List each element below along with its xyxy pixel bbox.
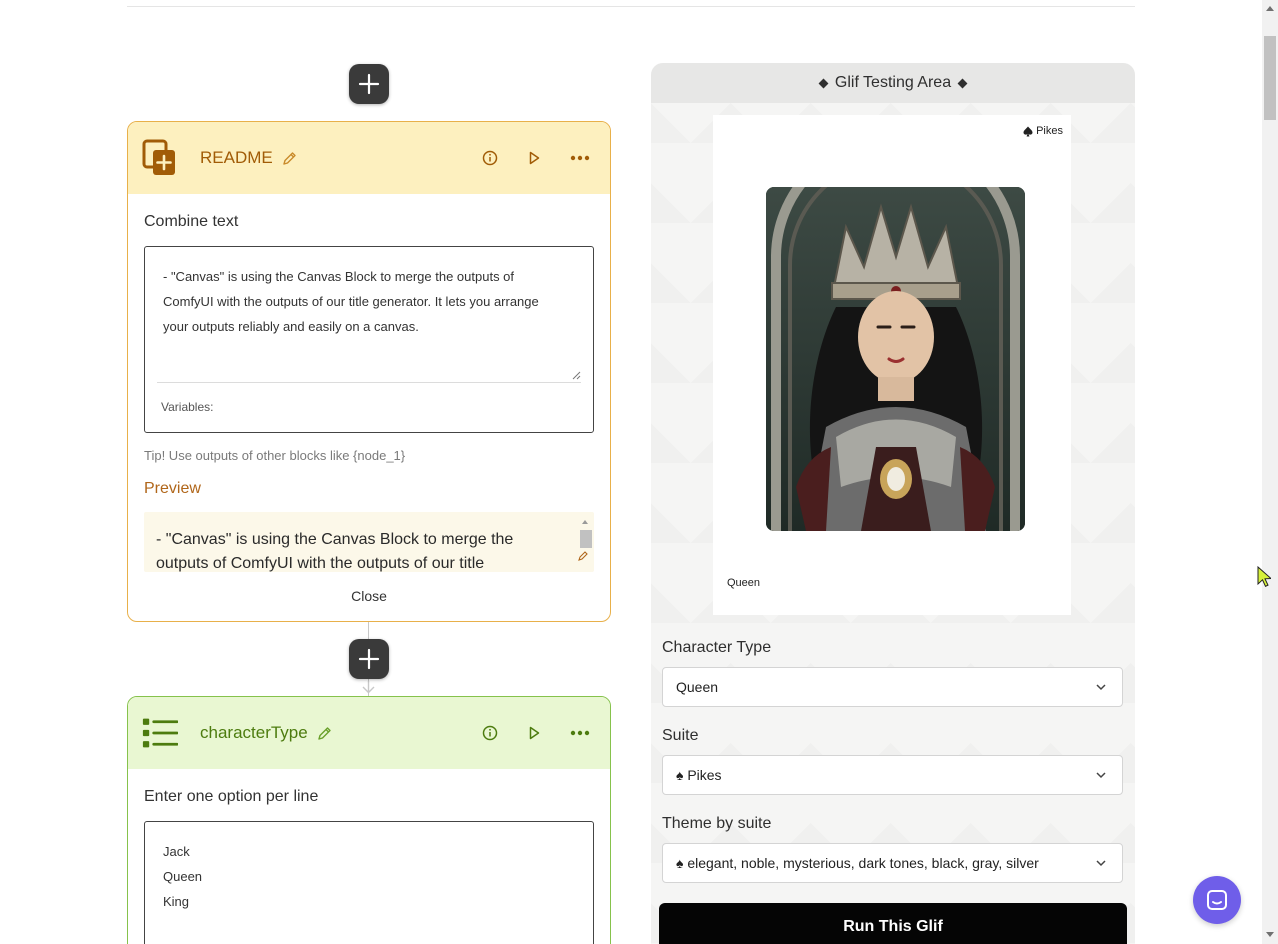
close-button[interactable]: Close — [128, 572, 610, 604]
output-card: Pikes Queen — [713, 115, 1071, 615]
scroll-down-arrow[interactable] — [1266, 932, 1274, 937]
theme-select[interactable]: ♠ elegant, noble, mysterious, dark tones… — [662, 843, 1123, 883]
chat-launcher-button[interactable] — [1193, 876, 1241, 924]
play-icon[interactable] — [526, 725, 542, 741]
combine-text-input[interactable]: - "Canvas" is using the Canvas Block to … — [144, 246, 594, 433]
app-page: README Combine text - "Canvas" is using … — [0, 0, 1278, 944]
page-scroll-thumb[interactable] — [1264, 36, 1276, 120]
option-item: King — [163, 894, 190, 909]
preview-box: - "Canvas" is using the Canvas Block to … — [144, 512, 594, 572]
suite-label: Suite — [662, 727, 699, 744]
tip-text: Tip! Use outputs of other blocks like {n… — [144, 448, 406, 463]
option-item: Queen — [163, 869, 203, 884]
list-icon — [142, 715, 178, 751]
diamond-icon — [818, 78, 829, 88]
page-scrollbar[interactable] — [1262, 0, 1278, 944]
plus-icon — [358, 73, 380, 95]
combine-text-label: Combine text — [144, 213, 239, 230]
more-icon[interactable] — [570, 730, 590, 736]
pencil-icon[interactable] — [317, 726, 332, 741]
pencil-icon — [578, 548, 589, 566]
preview-text: - "Canvas" is using the Canvas Block to … — [156, 531, 514, 572]
options-label: Enter one option per line — [144, 788, 319, 805]
chat-icon — [1207, 890, 1227, 910]
info-icon[interactable] — [482, 725, 498, 741]
theme-label: Theme by suite — [662, 815, 772, 832]
readme-block-actions — [482, 122, 590, 194]
pencil-icon[interactable] — [282, 151, 297, 166]
scroll-up-icon[interactable] — [578, 517, 592, 527]
arrow-down-icon — [362, 681, 375, 694]
charactertype-block: characterType Enter one option per line … — [127, 696, 611, 944]
preview-label: Preview — [144, 480, 201, 497]
info-icon[interactable] — [482, 150, 498, 166]
readme-block-title: README — [200, 148, 273, 167]
card-caption: Queen — [727, 577, 761, 589]
scroll-up-arrow[interactable] — [1266, 6, 1274, 11]
suite-select[interactable]: ♠ Pikes — [662, 755, 1123, 795]
chevron-down-icon — [1096, 684, 1106, 691]
charactertype-block-actions — [482, 697, 590, 769]
chevron-down-icon — [1096, 860, 1106, 867]
options-input[interactable]: Jack Queen King — [144, 821, 594, 944]
character-type-select[interactable]: Queen — [662, 667, 1123, 707]
copy-plus-icon — [142, 139, 178, 176]
queen-portrait-image — [766, 187, 1025, 531]
spade-icon — [1023, 126, 1033, 136]
suit-tag: Pikes — [1023, 125, 1063, 137]
charactertype-block-header: characterType — [128, 697, 610, 769]
option-item: Jack — [163, 844, 190, 859]
add-block-button-middle[interactable] — [349, 639, 389, 679]
add-block-button-top[interactable] — [349, 64, 389, 104]
readme-block-header: README — [128, 122, 610, 194]
divider — [127, 6, 1135, 7]
play-icon[interactable] — [526, 150, 542, 166]
combine-text-value: - "Canvas" is using the Canvas Block to … — [163, 269, 539, 334]
readme-block: README Combine text - "Canvas" is using … — [127, 121, 611, 622]
diamond-icon — [957, 78, 968, 88]
chevron-down-icon — [1096, 772, 1106, 779]
run-glif-button[interactable]: Run This Glif — [659, 903, 1127, 944]
glif-testing-area: Glif Testing Area Pikes Queen Character … — [651, 63, 1135, 944]
resize-handle[interactable] — [571, 367, 581, 385]
testing-area-header: Glif Testing Area — [651, 63, 1135, 103]
variables-label: Variables: — [161, 400, 214, 414]
charactertype-block-title: characterType — [200, 723, 308, 742]
testing-area-title: Glif Testing Area — [834, 74, 952, 91]
cursor-icon — [1257, 566, 1271, 587]
more-icon[interactable] — [570, 155, 590, 161]
preview-scroll-thumb[interactable] — [580, 530, 592, 548]
options-value: Jack Queen King — [145, 822, 593, 914]
plus-icon — [358, 648, 380, 670]
character-type-label: Character Type — [662, 639, 772, 656]
